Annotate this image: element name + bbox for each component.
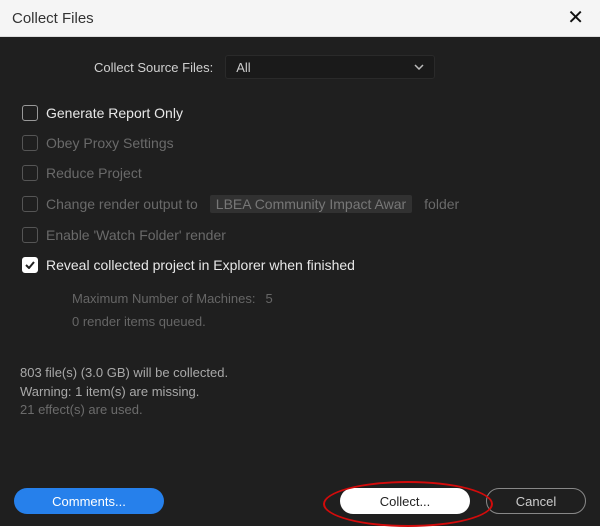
collect-source-value: All [236, 60, 250, 75]
reveal-project-row[interactable]: Reveal collected project in Explorer whe… [14, 257, 586, 273]
status-warning: Warning: 1 item(s) are missing. [20, 383, 586, 402]
change-output-checkbox [22, 196, 38, 212]
reduce-project-checkbox [22, 165, 38, 181]
change-output-folder-chip: LBEA Community Impact Awar [210, 195, 412, 213]
close-icon[interactable]: ✕ [563, 6, 588, 30]
change-output-post-label: folder [424, 196, 459, 212]
generate-report-row[interactable]: Generate Report Only [14, 105, 586, 121]
titlebar-title: Collect Files [12, 10, 94, 27]
generate-report-checkbox[interactable] [22, 105, 38, 121]
machines-value: 5 [266, 287, 273, 310]
machines-label: Maximum Number of Machines: [72, 287, 256, 310]
change-output-pre-label: Change render output to [46, 196, 198, 212]
reveal-project-label: Reveal collected project in Explorer whe… [46, 257, 355, 273]
generate-report-label: Generate Report Only [46, 105, 183, 121]
machines-queued: 0 render items queued. [72, 310, 586, 333]
collect-source-row: Collect Source Files: All [14, 55, 586, 79]
dialog-window: Collect Files ✕ Collect Source Files: Al… [0, 0, 600, 526]
dialog-content: Collect Source Files: All Generate Repor… [0, 37, 600, 526]
comments-button[interactable]: Comments... [14, 488, 164, 514]
collect-button[interactable]: Collect... [340, 488, 470, 514]
collect-source-label: Collect Source Files: [94, 60, 213, 75]
obey-proxy-row: Obey Proxy Settings [14, 135, 586, 151]
obey-proxy-label: Obey Proxy Settings [46, 135, 174, 151]
cancel-button[interactable]: Cancel [486, 488, 586, 514]
watch-folder-checkbox [22, 227, 38, 243]
obey-proxy-checkbox [22, 135, 38, 151]
dialog-footer: Comments... Collect... Cancel [14, 488, 586, 514]
status-block: 803 file(s) (3.0 GB) will be collected. … [14, 364, 586, 421]
status-effects: 21 effect(s) are used. [20, 401, 586, 420]
machines-block: Maximum Number of Machines: 5 0 render i… [14, 287, 586, 334]
reduce-project-label: Reduce Project [46, 165, 142, 181]
reveal-project-checkbox[interactable] [22, 257, 38, 273]
watch-folder-row: Enable 'Watch Folder' render [14, 227, 586, 243]
status-files: 803 file(s) (3.0 GB) will be collected. [20, 364, 586, 383]
watch-folder-label: Enable 'Watch Folder' render [46, 227, 226, 243]
titlebar: Collect Files ✕ [0, 0, 600, 37]
change-output-row: Change render output to LBEA Community I… [14, 195, 586, 213]
collect-source-dropdown[interactable]: All [225, 55, 435, 79]
reduce-project-row: Reduce Project [14, 165, 586, 181]
chevron-down-icon [414, 64, 424, 70]
